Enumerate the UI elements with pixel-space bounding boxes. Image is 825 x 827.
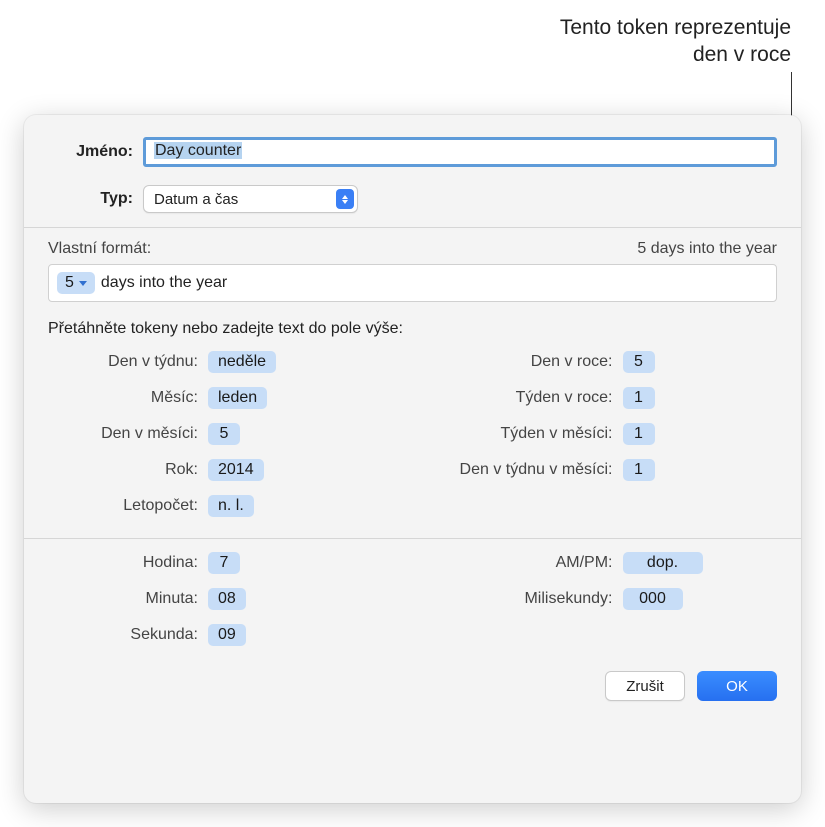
token-label-ampm: AM/PM: [423,554,623,572]
type-select[interactable]: Datum a čas [143,185,358,213]
token-label-minute: Minuta: [48,590,208,608]
token-year[interactable]: 2014 [208,459,264,481]
token-label-millis: Milisekundy: [423,590,623,608]
date-token-grid: Den v týdnu: neděle Měsíc: leden Den v m… [24,348,801,528]
drag-instruction: Přetáhněte tokeny nebo zadejte text do p… [24,302,801,348]
format-header: Vlastní formát: [48,240,151,258]
token-label-hour: Hodina: [48,554,208,572]
time-token-grid: Hodina: 7 Minuta: 08 Sekunda: 09 AM/PM: … [24,549,801,657]
token-label-weekday-of-month: Den v týdnu v měsíci: [423,461,623,479]
format-token-day-of-year[interactable]: 5 [57,272,95,294]
name-label: Jméno: [48,143,143,161]
token-label-day-of-year: Den v roce: [423,353,623,371]
name-input-value: Day counter [154,142,242,159]
token-millis[interactable]: 000 [623,588,683,610]
token-label-era: Letopočet: [48,497,208,515]
token-week-of-year[interactable]: 1 [623,387,655,409]
chevron-down-icon [79,281,87,286]
ok-button[interactable]: OK [697,671,777,701]
callout-text: Tento token reprezentuje den v roce [560,14,791,69]
token-day-of-week[interactable]: neděle [208,351,276,373]
token-label-day-of-week: Den v týdnu: [48,353,208,371]
format-suffix-text: days into the year [101,274,227,292]
token-hour[interactable]: 7 [208,552,240,574]
divider [24,227,801,228]
custom-format-dialog: Jméno: Day counter Typ: Datum a čas Vlas… [24,115,801,803]
token-label-month: Měsíc: [48,389,208,407]
token-month[interactable]: leden [208,387,267,409]
token-minute[interactable]: 08 [208,588,246,610]
callout-line1: Tento token reprezentuje [560,14,791,41]
token-day-of-month[interactable]: 5 [208,423,240,445]
token-label-year: Rok: [48,461,208,479]
token-weekday-of-month[interactable]: 1 [623,459,655,481]
format-token-value: 5 [65,274,74,292]
name-input[interactable]: Day counter [143,137,777,167]
format-input[interactable]: 5 days into the year [48,264,777,302]
token-label-week-of-month: Týden v měsíci: [423,425,623,443]
cancel-button[interactable]: Zrušit [605,671,685,701]
type-label: Typ: [48,190,143,208]
token-label-second: Sekunda: [48,626,208,644]
token-label-day-of-month: Den v měsíci: [48,425,208,443]
token-week-of-month[interactable]: 1 [623,423,655,445]
format-preview: 5 days into the year [637,240,777,258]
updown-icon [336,189,354,209]
divider [24,538,801,539]
token-day-of-year[interactable]: 5 [623,351,655,373]
token-era[interactable]: n. l. [208,495,254,517]
type-select-value: Datum a čas [154,191,238,208]
token-ampm[interactable]: dop. [623,552,703,574]
token-second[interactable]: 09 [208,624,246,646]
token-label-week-of-year: Týden v roce: [423,389,623,407]
callout-line2: den v roce [560,41,791,68]
